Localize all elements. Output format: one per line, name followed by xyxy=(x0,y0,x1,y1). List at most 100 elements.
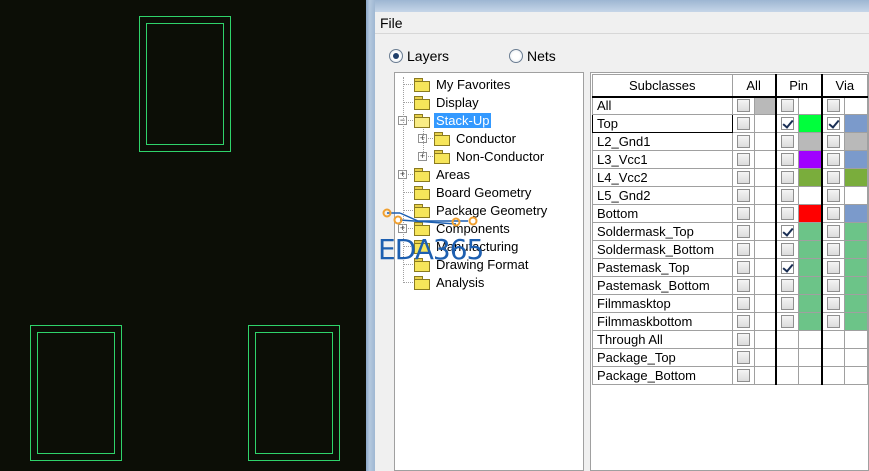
checkbox-icon[interactable] xyxy=(736,297,750,310)
pad-outline-bottom-left[interactable] xyxy=(30,325,122,461)
pad-outline-bottom-right[interactable] xyxy=(248,325,340,461)
color-swatch[interactable] xyxy=(753,366,777,385)
subclass-name[interactable]: Soldermask_Bottom xyxy=(592,240,733,259)
color-swatch[interactable] xyxy=(843,168,868,187)
checkbox-icon[interactable] xyxy=(826,225,840,238)
color-swatch[interactable] xyxy=(753,258,777,277)
checkbox-icon[interactable] xyxy=(736,135,750,148)
color-swatch[interactable] xyxy=(753,240,777,259)
table-row[interactable]: Through All xyxy=(592,330,868,349)
color-swatch[interactable] xyxy=(753,348,777,367)
color-swatch[interactable] xyxy=(753,294,777,313)
tree-item[interactable]: Analysis xyxy=(414,273,486,291)
color-swatch[interactable] xyxy=(753,150,777,169)
checkbox-icon[interactable] xyxy=(826,315,840,328)
color-swatch[interactable] xyxy=(753,186,777,205)
color-swatch[interactable] xyxy=(843,222,868,241)
color-swatch[interactable] xyxy=(843,132,868,151)
color-swatch[interactable] xyxy=(753,204,777,223)
table-row[interactable]: Pastemask_Top xyxy=(592,258,868,277)
checkbox-icon[interactable] xyxy=(780,171,794,184)
subclass-name[interactable]: Pastemask_Top xyxy=(592,258,733,277)
subclass-name[interactable]: Through All xyxy=(592,330,733,349)
radio-nets[interactable]: Nets xyxy=(509,47,556,65)
color-swatch[interactable] xyxy=(797,150,823,169)
color-swatch[interactable] xyxy=(797,276,823,295)
color-swatch[interactable] xyxy=(753,276,777,295)
checkbox-icon[interactable] xyxy=(780,117,794,130)
table-row[interactable]: L3_Vcc1 xyxy=(592,150,868,169)
subclass-name[interactable]: L5_Gnd2 xyxy=(592,186,733,205)
checkbox-icon[interactable] xyxy=(826,297,840,310)
color-swatch[interactable] xyxy=(843,204,868,223)
checkbox-icon[interactable] xyxy=(780,279,794,292)
table-row[interactable]: Pastemask_Bottom xyxy=(592,276,868,295)
tree-item[interactable]: Board Geometry xyxy=(414,183,533,201)
color-swatch[interactable] xyxy=(843,150,868,169)
menu-file[interactable]: File xyxy=(380,15,403,31)
tree-item[interactable]: My Favorites xyxy=(414,75,512,93)
checkbox-icon[interactable] xyxy=(826,279,840,292)
table-row[interactable]: Filmmasktop xyxy=(592,294,868,313)
checkbox-icon[interactable] xyxy=(780,297,794,310)
checkbox-icon[interactable] xyxy=(736,243,750,256)
table-row[interactable]: L4_Vcc2 xyxy=(592,168,868,187)
table-row[interactable]: All xyxy=(592,96,868,115)
tree-item[interactable]: Conductor xyxy=(434,129,518,147)
subclass-name[interactable]: L4_Vcc2 xyxy=(592,168,733,187)
subclass-name[interactable]: Package_Bottom xyxy=(592,366,733,385)
color-swatch[interactable] xyxy=(797,186,823,205)
subclass-name[interactable]: Soldermask_Top xyxy=(592,222,733,241)
color-swatch[interactable] xyxy=(753,114,777,133)
subclass-name[interactable]: Package_Top xyxy=(592,348,733,367)
table-row[interactable]: Filmmaskbottom xyxy=(592,312,868,331)
subclass-grid[interactable]: Subclasses All Pin Via All Top L2_Gnd1 L3_V… xyxy=(590,72,869,471)
category-tree[interactable]: My Favorites Display − Stack-Up + Conductor + N… xyxy=(394,72,584,471)
checkbox-icon[interactable] xyxy=(826,207,840,220)
color-swatch[interactable] xyxy=(797,258,823,277)
checkbox-icon[interactable] xyxy=(780,243,794,256)
subclass-name[interactable]: Pastemask_Bottom xyxy=(592,276,733,295)
color-swatch[interactable] xyxy=(843,312,868,331)
checkbox-icon[interactable] xyxy=(736,315,750,328)
checkbox-icon[interactable] xyxy=(736,171,750,184)
color-swatch[interactable] xyxy=(797,168,823,187)
checkbox-icon[interactable] xyxy=(826,135,840,148)
checkbox-icon[interactable] xyxy=(826,243,840,256)
subclass-name[interactable]: L2_Gnd1 xyxy=(592,132,733,151)
checkbox-icon[interactable] xyxy=(736,333,750,346)
color-swatch[interactable] xyxy=(797,240,823,259)
checkbox-icon[interactable] xyxy=(736,279,750,292)
checkbox-icon[interactable] xyxy=(826,189,840,202)
checkbox-icon[interactable] xyxy=(780,135,794,148)
color-swatch[interactable] xyxy=(753,312,777,331)
radio-icon[interactable] xyxy=(389,49,403,63)
table-row[interactable]: Package_Top xyxy=(592,348,868,367)
color-swatch[interactable] xyxy=(843,276,868,295)
checkbox-icon[interactable] xyxy=(826,261,840,274)
checkbox-icon[interactable] xyxy=(736,189,750,202)
subclass-name[interactable]: L3_Vcc1 xyxy=(592,150,733,169)
table-row[interactable]: Soldermask_Bottom xyxy=(592,240,868,259)
tree-item[interactable]: Areas xyxy=(414,165,472,183)
color-swatch[interactable] xyxy=(753,96,777,115)
color-swatch[interactable] xyxy=(753,222,777,241)
color-swatch[interactable] xyxy=(797,204,823,223)
checkbox-icon[interactable] xyxy=(780,225,794,238)
checkbox-icon[interactable] xyxy=(826,117,840,130)
radio-layers[interactable]: Layers xyxy=(389,47,449,65)
tree-item[interactable]: Display xyxy=(414,93,481,111)
checkbox-icon[interactable] xyxy=(736,261,750,274)
checkbox-icon[interactable] xyxy=(736,225,750,238)
color-swatch[interactable] xyxy=(797,294,823,313)
checkbox-icon[interactable] xyxy=(736,351,750,364)
pad-outline-top[interactable] xyxy=(139,16,231,152)
header-all[interactable]: All xyxy=(731,74,777,98)
checkbox-icon[interactable] xyxy=(780,261,794,274)
checkbox-icon[interactable] xyxy=(736,99,750,113)
color-swatch[interactable] xyxy=(797,132,823,151)
tree-item[interactable]: Stack-Up xyxy=(414,111,492,129)
design-canvas[interactable] xyxy=(0,0,366,471)
table-row[interactable]: Bottom xyxy=(592,204,868,223)
checkbox-icon[interactable] xyxy=(826,153,840,166)
